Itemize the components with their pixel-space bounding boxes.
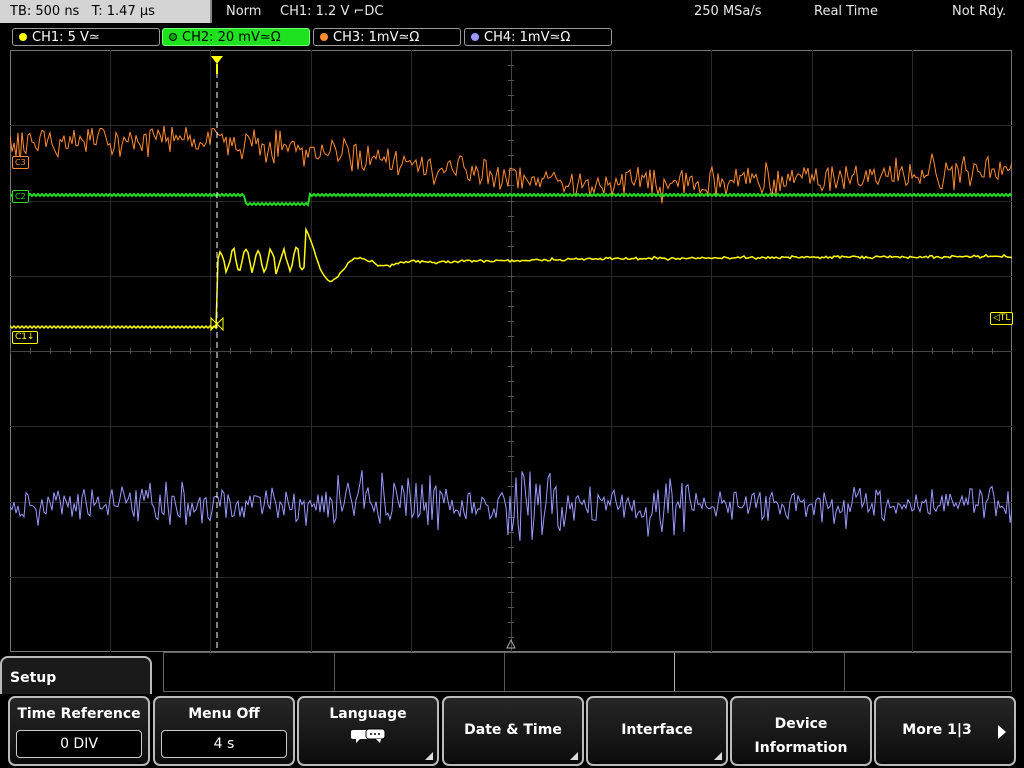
interface-button[interactable]: Interface <box>586 696 728 766</box>
timebase-value: TB: 500 ns <box>10 4 80 19</box>
softkey-bar: Time Reference 0 DIV Menu Off 4 s Langua… <box>0 694 1024 768</box>
submenu-corner-icon <box>570 752 578 760</box>
speech-bubbles-icon <box>351 728 386 743</box>
device-information-label: Device Information <box>732 712 870 760</box>
acquisition-status: Not Rdy. <box>952 4 1007 19</box>
menu-off-value: 4 s <box>161 730 287 758</box>
time-reference-value: 0 DIV <box>16 730 142 758</box>
date-time-button[interactable]: Date & Time <box>442 696 584 766</box>
trigger-position-marker-icon[interactable] <box>211 56 223 64</box>
date-time-label: Date & Time <box>464 722 562 738</box>
status-bar: TB: 500 ns T: 1.47 µs Norm CH1: 1.2 V ⌐D… <box>0 0 1024 25</box>
language-button[interactable]: Language <box>297 696 439 766</box>
channel-1-dot-icon <box>19 33 27 41</box>
channel-3-offset-marker[interactable]: C3 <box>12 156 29 169</box>
submenu-corner-icon <box>425 752 433 760</box>
channel-1-marker-label: C1 <box>15 332 28 342</box>
channel-4-label: CH4: 1mV≃Ω <box>484 30 571 45</box>
more-label: More 1|3 <box>902 722 972 738</box>
channel-1-offset-marker[interactable]: C1↓ <box>12 331 38 344</box>
time-reference-button[interactable]: Time Reference 0 DIV <box>8 696 150 766</box>
waveform-display[interactable]: C1↓ C2 C3 ◁TL <box>10 50 1014 652</box>
channel-1-label: CH1: 5 V≃ <box>32 30 100 45</box>
channel-2-dot-icon <box>169 33 177 41</box>
next-page-arrow-icon <box>998 725 1006 739</box>
channel-2-button[interactable]: CH2: 20 mV≃Ω <box>162 28 310 46</box>
menu-off-button[interactable]: Menu Off 4 s <box>153 696 295 766</box>
language-label: Language <box>329 706 407 722</box>
zoom-strip <box>163 652 1012 692</box>
trigger-source: CH1: 1.2 V ⌐DC <box>280 4 384 19</box>
timebase-box[interactable]: TB: 500 ns T: 1.47 µs <box>0 0 212 23</box>
time-reference-label: Time Reference <box>17 706 141 722</box>
menu-title: Setup <box>0 656 152 696</box>
submenu-corner-icon <box>714 752 722 760</box>
channel-4-dot-icon <box>471 33 479 41</box>
waveform-canvas <box>10 50 1012 652</box>
trigger-point-icon-right <box>216 316 224 332</box>
sample-rate: 250 MSa/s <box>694 4 762 19</box>
channel-2-offset-marker[interactable]: C2 <box>12 190 29 203</box>
interface-label: Interface <box>621 722 693 738</box>
channel-1-button[interactable]: CH1: 5 V≃ <box>12 28 160 46</box>
menu-off-label: Menu Off <box>188 706 260 722</box>
channel-2-label: CH2: 20 mV≃Ω <box>182 30 281 45</box>
trigger-level-label: TL <box>999 313 1011 323</box>
channel-3-marker-label: C3 <box>15 158 26 167</box>
channel-4-button[interactable]: CH4: 1mV≃Ω <box>464 28 612 46</box>
device-information-line-1: Device <box>774 716 828 732</box>
channel-3-label: CH3: 1mV≃Ω <box>333 30 420 45</box>
channel-bar: CH1: 5 V≃ CH2: 20 mV≃Ω CH3: 1mV≃Ω CH4: 1… <box>0 26 1024 48</box>
trigger-mode: Norm <box>226 4 262 19</box>
trigger-time-value: T: 1.47 µs <box>91 4 155 19</box>
device-information-line-2: Information <box>754 740 848 756</box>
channel-3-button[interactable]: CH3: 1mV≃Ω <box>313 28 461 46</box>
channel-2-marker-label: C2 <box>15 192 26 201</box>
more-button[interactable]: More 1|3 <box>874 696 1016 766</box>
device-information-button[interactable]: Device Information <box>730 696 872 766</box>
acquisition-mode: Real Time <box>814 4 878 19</box>
channel-3-dot-icon <box>320 33 328 41</box>
graticule <box>10 50 1012 652</box>
trigger-level-marker[interactable]: ◁TL <box>990 312 1014 325</box>
